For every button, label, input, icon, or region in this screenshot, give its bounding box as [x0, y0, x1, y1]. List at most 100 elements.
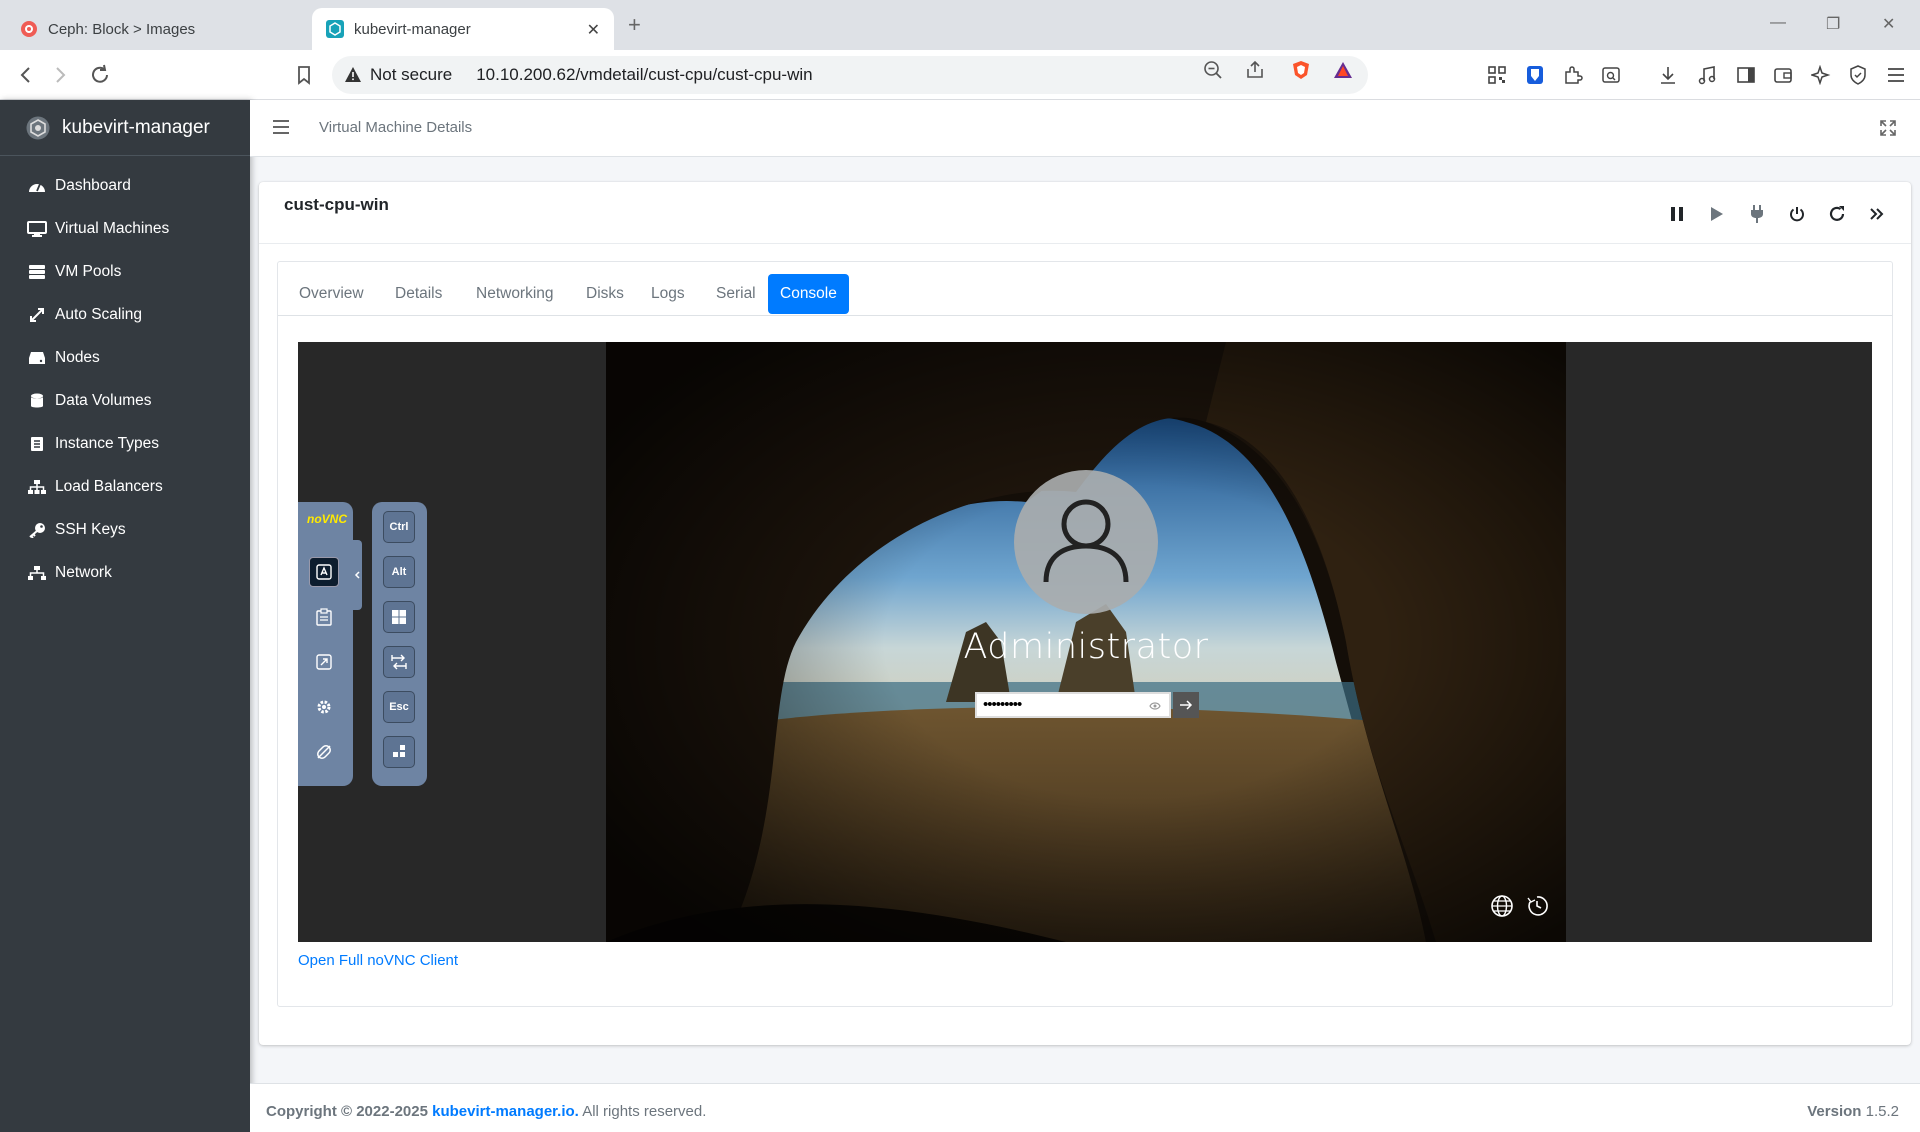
vnc-console[interactable]: Administrator ••••••••• noVNC Ctrl Alt E…	[298, 342, 1872, 942]
accessibility-icon[interactable]	[1525, 894, 1549, 918]
tab-serial[interactable]: Serial	[704, 274, 768, 314]
sidebar-item-ssh-keys[interactable]: SSH Keys	[0, 508, 250, 551]
brave-rewards-icon[interactable]	[1333, 60, 1353, 80]
tab-networking[interactable]: Networking	[464, 274, 566, 314]
brave-shield-icon[interactable]	[1291, 60, 1311, 80]
share-icon[interactable]	[1245, 60, 1265, 80]
media-icon[interactable]	[1697, 65, 1717, 85]
pause-icon	[1671, 207, 1683, 221]
sidebar-item-label: Instance Types	[55, 434, 159, 452]
bookmark-icon[interactable]	[292, 63, 316, 87]
restart-button[interactable]	[1817, 200, 1857, 228]
password-field[interactable]: •••••••••	[975, 692, 1171, 718]
vpn-icon[interactable]	[1848, 65, 1868, 85]
chevron-double-right-icon	[1870, 208, 1884, 220]
leo-ai-icon[interactable]	[1811, 65, 1831, 85]
url-text[interactable]: 10.10.200.62/vmdetail/cust-cpu/cust-cpu-…	[476, 65, 812, 85]
submit-login-button[interactable]	[1173, 692, 1199, 718]
remote-desktop[interactable]: Administrator •••••••••	[606, 342, 1566, 942]
tab-details[interactable]: Details	[383, 274, 454, 314]
chevron-left-icon	[354, 571, 360, 579]
windows-key-button[interactable]	[383, 601, 415, 633]
login-username: Administrator	[963, 627, 1209, 667]
sitemap-icon	[27, 478, 47, 496]
browser-tab-title: kubevirt-manager	[354, 20, 471, 38]
arrow-right-icon	[1180, 700, 1193, 710]
sidebar-item-data-volumes[interactable]: Data Volumes	[0, 379, 250, 422]
warning-icon	[345, 67, 361, 82]
tab-key-button[interactable]	[383, 646, 415, 678]
hamburger-icon[interactable]	[272, 119, 290, 135]
alt-key-button[interactable]: Alt	[383, 556, 415, 588]
network-globe-icon[interactable]	[1490, 894, 1514, 918]
sidebar-item-nodes[interactable]: Nodes	[0, 336, 250, 379]
fullscreen-vnc-button[interactable]	[309, 647, 339, 677]
forward-icon[interactable]	[48, 63, 72, 87]
security-label[interactable]: Not secure	[370, 65, 452, 85]
sidebar-item-label: Virtual Machines	[55, 219, 170, 237]
rights-text: All rights reserved.	[582, 1103, 707, 1120]
new-tab-icon[interactable]: +	[628, 12, 641, 38]
tab-console[interactable]: Console	[768, 274, 849, 314]
back-icon[interactable]	[14, 63, 38, 87]
reload-icon[interactable]	[88, 63, 112, 87]
menu-icon[interactable]	[1886, 65, 1906, 85]
esc-key-button[interactable]: Esc	[383, 691, 415, 723]
expand-arrows-icon	[27, 306, 47, 324]
user-avatar-icon	[1014, 470, 1158, 614]
footer: Copyright © 2022-2025 kubevirt-manager.i…	[250, 1083, 1920, 1132]
brand[interactable]: kubevirt-manager	[0, 100, 250, 156]
close-tab-icon[interactable]: ✕	[587, 20, 600, 40]
tab-search-icon[interactable]	[1601, 65, 1621, 85]
bitwarden-icon[interactable]	[1525, 65, 1545, 85]
more-actions-button[interactable]	[1857, 200, 1897, 228]
vnc-settings-button[interactable]	[309, 692, 339, 722]
kubevirt-logo-icon	[26, 116, 50, 139]
ctrl-key-button[interactable]: Ctrl	[383, 511, 415, 543]
redo-icon	[1829, 206, 1845, 221]
keyboard-toggle-button[interactable]	[309, 557, 339, 587]
clipboard-button[interactable]	[309, 602, 339, 632]
minimize-icon[interactable]: —	[1770, 14, 1786, 32]
ceph-icon	[21, 21, 37, 37]
open-novnc-link[interactable]: Open Full noVNC Client	[298, 952, 458, 969]
browser-tab-kubevirt[interactable]: kubevirt-manager ✕	[312, 8, 614, 50]
zoom-out-icon[interactable]	[1203, 60, 1223, 80]
tab-logs[interactable]: Logs	[639, 274, 697, 314]
sidebar-toggle-icon[interactable]	[1736, 65, 1756, 85]
sidebar-item-auto-scaling[interactable]: Auto Scaling	[0, 293, 250, 336]
power-plug-button[interactable]	[1737, 200, 1777, 228]
restore-icon[interactable]: ❐	[1826, 14, 1840, 34]
version: Version 1.5.2	[1807, 1103, 1899, 1120]
main-header: Virtual Machine Details	[250, 100, 1920, 157]
extensions-icon[interactable]	[1563, 65, 1583, 85]
vm-tabs: Overview Details Networking Disks Logs S…	[278, 262, 1892, 316]
sidebar-item-virtual-machines[interactable]: Virtual Machines	[0, 207, 250, 250]
sidebar-item-instance-types[interactable]: Instance Types	[0, 422, 250, 465]
keyboard-icon	[316, 564, 332, 580]
reveal-password-icon[interactable]	[1149, 701, 1161, 711]
sidebar-item-vm-pools[interactable]: VM Pools	[0, 250, 250, 293]
vm-name: cust-cpu-win	[284, 195, 389, 214]
tab-disks[interactable]: Disks	[574, 274, 636, 314]
fullscreen-icon[interactable]	[1880, 120, 1896, 136]
tab-overview[interactable]: Overview	[287, 274, 376, 314]
qr-code-icon[interactable]	[1487, 65, 1507, 85]
window-close-icon[interactable]: ✕	[1882, 14, 1895, 34]
kubevirt-manager-link[interactable]: kubevirt-manager.io.	[432, 1103, 579, 1120]
browser-tab-ceph[interactable]: Ceph: Block > Images	[12, 8, 312, 50]
start-button[interactable]	[1697, 200, 1737, 228]
sidebar-item-load-balancers[interactable]: Load Balancers	[0, 465, 250, 508]
power-off-button[interactable]	[1777, 200, 1817, 228]
ctrl-alt-del-button[interactable]	[383, 736, 415, 768]
downloads-icon[interactable]	[1658, 65, 1678, 85]
disconnect-button[interactable]	[309, 737, 339, 767]
sidebar-item-dashboard[interactable]: Dashboard	[0, 164, 250, 207]
pause-button[interactable]	[1657, 200, 1697, 228]
hdd-icon	[27, 349, 47, 367]
control-bar-handle[interactable]	[353, 540, 362, 610]
power-icon	[1790, 207, 1804, 222]
extra-keys-bar: Ctrl Alt Esc	[372, 502, 427, 786]
sidebar-item-network[interactable]: Network	[0, 551, 250, 594]
wallet-icon[interactable]	[1773, 65, 1793, 85]
